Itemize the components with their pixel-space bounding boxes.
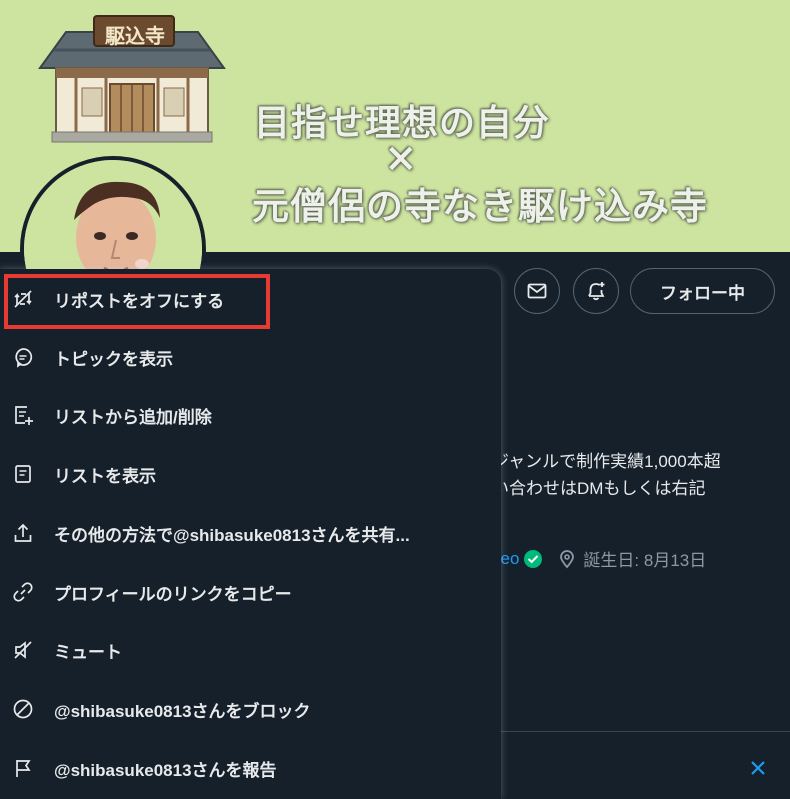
message-button[interactable] <box>514 268 560 314</box>
share-icon <box>12 522 34 544</box>
menu-item-label: @shibasuke0813さんをブロック <box>54 701 311 721</box>
bio-line-1: ジャンルで制作実績1,000本超 <box>492 452 721 471</box>
link-icon <box>12 581 34 603</box>
menu-item-view-lists[interactable]: リストを表示 <box>0 449 501 499</box>
menu-item-topics[interactable]: トピックを表示 <box>0 332 501 382</box>
verified-check-icon <box>524 549 543 568</box>
location-pin-icon <box>560 549 575 568</box>
notify-button[interactable] <box>573 268 619 314</box>
menu-item-label: @shibasuke0813さんを報告 <box>54 760 277 780</box>
menu-item-label: リストを表示 <box>54 466 156 486</box>
following-button[interactable]: フォロー中 <box>630 268 775 314</box>
highlight-annotation <box>4 274 270 329</box>
menu-item-report[interactable]: @shibasuke0813さんを報告 <box>0 743 501 793</box>
list-add-icon <box>12 404 34 426</box>
flag-icon <box>12 757 34 779</box>
menu-item-label: ミュート <box>54 642 122 662</box>
close-icon[interactable] <box>748 758 768 778</box>
menu-item-label: リストから追加/削除 <box>54 407 212 427</box>
list-icon <box>12 463 34 485</box>
profile-meta: seo 誕生日: 8月13日 <box>492 546 706 571</box>
menu-item-block[interactable]: @shibasuke0813さんをブロック <box>0 684 501 734</box>
birthday-text: 誕生日: 8月13日 <box>583 551 707 570</box>
bio-line-2: い合わせはDMもしくは右記 <box>492 479 706 498</box>
mute-icon <box>12 639 34 661</box>
divider <box>500 731 790 732</box>
topic-icon <box>12 346 34 368</box>
menu-item-label: その他の方法で@shibasuke0813さんを共有... <box>54 525 410 545</box>
menu-item-copy-link[interactable]: プロフィールのリンクをコピー <box>0 567 501 617</box>
menu-item-mute[interactable]: ミュート <box>0 625 501 675</box>
menu-item-label: プロフィールのリンクをコピー <box>54 584 292 604</box>
menu-item-share[interactable]: その他の方法で@shibasuke0813さんを共有... <box>0 508 501 558</box>
banner-cross: × <box>384 134 419 181</box>
menu-item-label: トピックを表示 <box>54 349 173 369</box>
temple-sign-text: 駆込寺 <box>105 24 165 48</box>
mail-icon <box>527 283 547 299</box>
profile-more-menu: リポストをオフにする トピックを表示 リストから追加/削除 リストを表示 その他… <box>0 269 501 799</box>
menu-item-list-add-remove[interactable]: リストから追加/削除 <box>0 390 501 440</box>
bell-plus-icon <box>588 282 605 301</box>
banner-tagline-2: 元僧侶の寺なき駆け込み寺 <box>252 184 708 228</box>
block-icon <box>12 698 34 720</box>
